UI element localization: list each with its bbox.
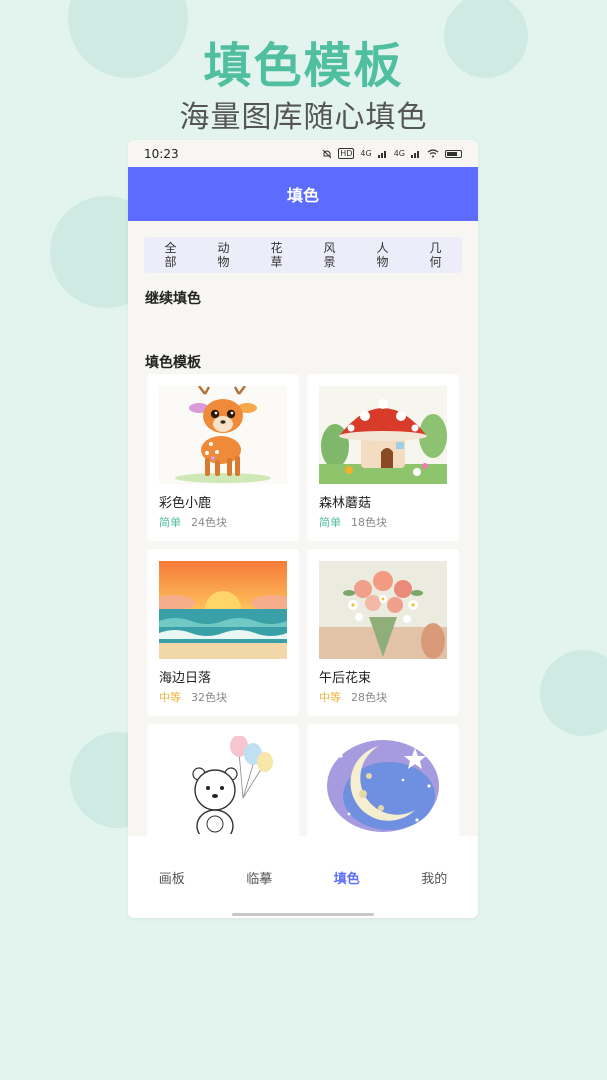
templates-section-title: 填色模板 xyxy=(145,355,201,371)
difficulty-badge: 简单 xyxy=(159,516,181,529)
hero-title: 填色模板 xyxy=(203,38,404,94)
status-icons: HD 4G 4G xyxy=(322,148,462,159)
app-bar: 填色 xyxy=(128,167,478,221)
hero-subtitle: 海量图库随心填色 xyxy=(179,100,428,135)
difficulty-badge: 中等 xyxy=(319,691,341,704)
network-label: 4G xyxy=(393,149,405,158)
sunset-image xyxy=(159,561,287,659)
category-tabs: 全部 动物 花草 风景 人物 几何 xyxy=(144,237,462,273)
template-meta: 简单 18色块 xyxy=(319,514,387,530)
wifi-icon xyxy=(427,149,439,158)
network-label: 4G xyxy=(360,149,372,158)
tab-canvas[interactable]: 画板 xyxy=(142,868,202,918)
phone-screen: 10:23 HD 4G 4G 填色 全部 动物 花草 风景 人物 几何 继续填色… xyxy=(128,140,478,918)
category-plants[interactable]: 花草 xyxy=(270,241,284,269)
difficulty-badge: 中等 xyxy=(159,691,181,704)
continue-section-title: 继续填色 xyxy=(145,291,201,307)
block-count: 32色块 xyxy=(191,691,227,704)
template-grid: 彩色小鹿 简单 24色块 森林蘑菇 简单 18色块 海边日落 中等 32色块 午… xyxy=(147,374,459,891)
template-meta: 简单 24色块 xyxy=(159,514,227,530)
tab-trace[interactable]: 临摹 xyxy=(229,868,289,918)
category-people[interactable]: 人物 xyxy=(376,241,390,269)
block-count: 18色块 xyxy=(351,516,387,529)
category-all[interactable]: 全部 xyxy=(164,241,178,269)
template-card[interactable]: 海边日落 中等 32色块 xyxy=(147,549,299,716)
deer-image xyxy=(159,386,287,484)
page-title: 填色 xyxy=(286,186,319,205)
category-scenery[interactable]: 风景 xyxy=(323,241,337,269)
block-count: 24色块 xyxy=(191,516,227,529)
battery-icon xyxy=(445,149,462,158)
tab-fill[interactable]: 填色 xyxy=(317,868,377,918)
home-indicator xyxy=(232,913,374,916)
bouquet-image xyxy=(319,561,447,659)
mute-icon xyxy=(322,149,332,158)
template-title: 午后花束 xyxy=(319,671,372,686)
moon-image xyxy=(319,736,447,834)
template-meta: 中等 28色块 xyxy=(319,689,387,705)
bear-image xyxy=(159,736,287,834)
template-meta: 中等 32色块 xyxy=(159,689,227,705)
signal-icon xyxy=(377,151,386,158)
category-animals[interactable]: 动物 xyxy=(217,241,231,269)
bottom-tab-bar: 画板 临摹 填色 我的 xyxy=(128,836,478,918)
template-title: 海边日落 xyxy=(159,671,212,686)
signal-icon xyxy=(411,151,419,158)
block-count: 28色块 xyxy=(351,691,387,704)
status-time: 10:23 xyxy=(144,146,179,161)
mushroom-image xyxy=(319,386,447,484)
template-card[interactable]: 午后花束 中等 28色块 xyxy=(307,549,459,716)
hd-icon: HD xyxy=(338,148,355,159)
template-title: 彩色小鹿 xyxy=(159,496,212,511)
tab-mine[interactable]: 我的 xyxy=(404,868,464,918)
category-geometry[interactable]: 几何 xyxy=(429,241,443,269)
difficulty-badge: 简单 xyxy=(319,516,341,529)
template-card[interactable]: 彩色小鹿 简单 24色块 xyxy=(147,374,299,541)
decor-circle xyxy=(540,650,607,736)
template-title: 森林蘑菇 xyxy=(319,496,372,511)
template-card[interactable]: 森林蘑菇 简单 18色块 xyxy=(307,374,459,541)
status-bar: 10:23 HD 4G 4G xyxy=(128,140,478,167)
